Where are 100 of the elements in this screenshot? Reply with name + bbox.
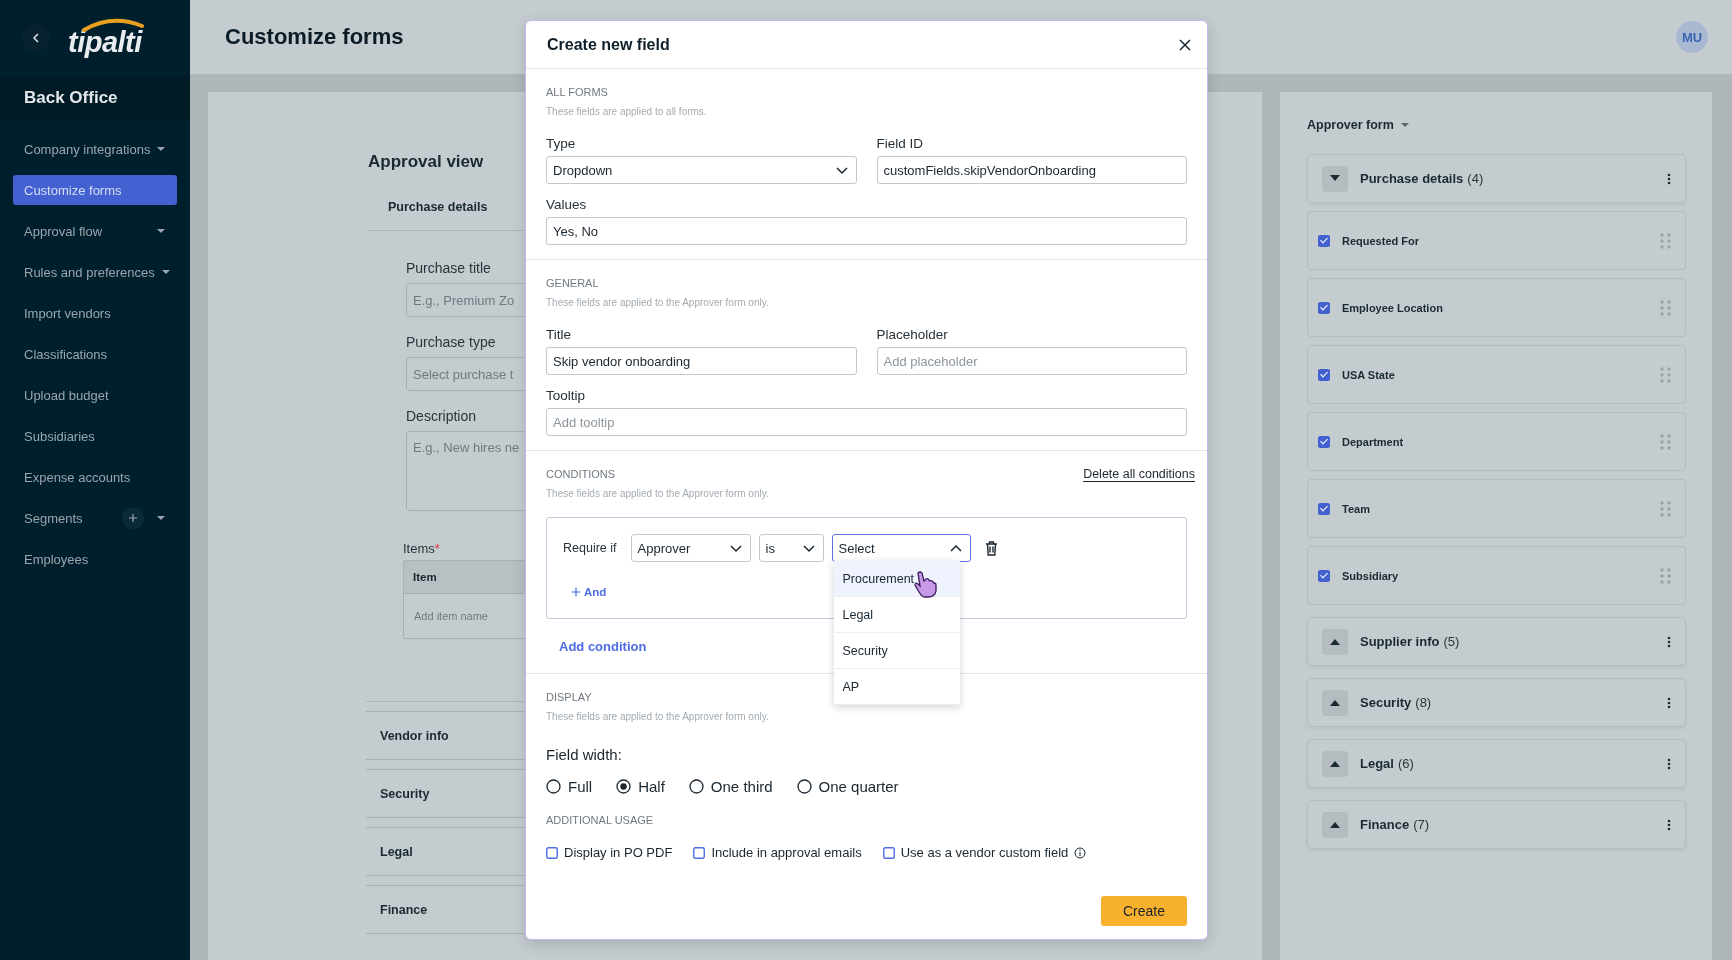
section-description: These fields are applied to the Approver form only. — [546, 710, 770, 723]
section-title: Approval view — [368, 152, 485, 172]
toggle-button[interactable] — [1322, 689, 1348, 716]
field-label: Requested For — [1342, 234, 1420, 247]
toggle-button[interactable] — [1322, 165, 1348, 192]
toggle-button[interactable] — [1322, 811, 1348, 838]
field-label: USA State — [1342, 368, 1396, 381]
checkbox[interactable] — [546, 846, 558, 859]
menu-item[interactable]: Procurement — [833, 561, 960, 597]
radio-label[interactable]: Full — [568, 778, 593, 795]
add-button[interactable] — [122, 507, 144, 529]
checkbox-label[interactable]: Display in PO PDF — [564, 845, 673, 860]
toggle-button[interactable] — [1322, 750, 1348, 777]
radio-label[interactable]: One quarter — [818, 778, 899, 795]
menu-item[interactable]: AP — [833, 669, 960, 705]
sidebar-item[interactable]: Segments — [13, 503, 177, 533]
field-label: Values — [546, 197, 588, 213]
dropdown[interactable]: Approver — [630, 534, 751, 562]
menu-item[interactable]: Security — [833, 633, 960, 669]
sidebar-item[interactable]: Subsidiaries — [13, 421, 177, 451]
radio-button[interactable] — [796, 779, 812, 794]
chevron-down-icon — [834, 164, 849, 176]
checkbox[interactable] — [1318, 234, 1330, 247]
section-heading: DISPLAY — [546, 690, 593, 704]
checkbox[interactable] — [1318, 435, 1330, 448]
sidebar-item[interactable]: Classifications — [13, 339, 177, 369]
text-area[interactable]: E.g., New hires ne — [406, 431, 525, 511]
checkbox[interactable] — [693, 846, 706, 859]
sidebar-item[interactable]: Expense accounts — [13, 462, 177, 492]
sidebar-item[interactable]: Upload budget — [13, 380, 177, 410]
checkbox-label[interactable]: Include in approval emails — [711, 845, 862, 860]
dropdown[interactable]: Dropdown — [546, 156, 857, 184]
checkbox[interactable] — [1318, 569, 1330, 582]
radio-label[interactable]: One third — [710, 778, 773, 795]
checkbox[interactable] — [1318, 368, 1330, 381]
tab[interactable]: Purchase details — [388, 200, 525, 214]
trash-icon — [984, 540, 998, 556]
section-description: These fields are applied to the Approver form only. — [546, 487, 769, 500]
drag-handle-icon — [1660, 366, 1671, 383]
input-field[interactable]: Add placeholder — [876, 347, 1187, 375]
input-field[interactable]: Select purchase t — [406, 357, 525, 391]
toggle-button[interactable] — [1322, 628, 1348, 655]
chevron-down-icon — [801, 542, 816, 554]
add-and-button[interactable]: And — [563, 586, 607, 598]
group-count: (7) — [1413, 817, 1430, 832]
input-field[interactable]: E.g., Premium Zo — [406, 283, 525, 317]
field-label: Employee Location — [1342, 301, 1444, 314]
dialog-title: Create new field — [547, 35, 670, 54]
sidebar-item[interactable]: Customize forms — [13, 175, 177, 205]
more-icon — [1667, 818, 1671, 831]
checkbox[interactable] — [882, 846, 895, 859]
triangle-up-icon — [1330, 760, 1340, 767]
plus-icon — [571, 587, 581, 597]
radio-button[interactable] — [546, 779, 561, 794]
field-label: Description — [406, 408, 478, 424]
section-title: Back Office — [0, 76, 190, 120]
drag-handle-icon — [1660, 500, 1671, 517]
add-condition-button[interactable]: Add condition — [559, 639, 647, 654]
section-heading: GENERAL — [546, 276, 600, 290]
column-header: Item — [404, 561, 525, 594]
section-description: These fields are applied to all forms. — [546, 105, 708, 118]
more-icon — [1667, 172, 1671, 185]
input-field[interactable]: Yes, No — [546, 217, 1187, 245]
field-label: Subsidiary — [1342, 569, 1400, 582]
triangle-up-icon — [1330, 699, 1340, 706]
radio-button[interactable] — [688, 779, 704, 794]
group-count: (4) — [1467, 171, 1485, 186]
chevron-down-icon — [728, 542, 743, 554]
field-label: Field ID — [876, 136, 924, 152]
field-label: Items — [403, 541, 435, 556]
sidebar-item[interactable]: Import vendors — [13, 298, 177, 328]
form-selector[interactable]: Approver form — [1307, 118, 1394, 132]
checkbox-label[interactable]: Use as a vendor custom field — [900, 845, 1069, 860]
back-button[interactable] — [22, 24, 50, 52]
radio-label[interactable]: Half — [638, 778, 665, 795]
delete-all-link[interactable]: Delete all conditions — [1083, 467, 1195, 481]
sidebar-item[interactable]: Company integrations — [13, 134, 177, 164]
radio-button[interactable] — [616, 779, 632, 794]
checkbox[interactable] — [1318, 301, 1330, 314]
sidebar-item[interactable]: Rules and preferences — [13, 257, 177, 287]
checkbox[interactable] — [1318, 502, 1330, 515]
field-label: Tooltip — [546, 388, 587, 404]
input-field[interactable]: Skip vendor onboarding — [546, 347, 857, 375]
dropdown[interactable]: is — [758, 534, 824, 562]
more-icon — [1667, 635, 1671, 648]
chevron-left-icon — [31, 32, 41, 44]
sidebar-item[interactable]: Employees — [13, 544, 177, 574]
create-button[interactable]: Create — [1101, 896, 1187, 926]
field-label: Placeholder — [876, 327, 949, 343]
group-title: Supplier info — [1360, 634, 1440, 649]
input-field[interactable]: customFields.skipVendorOnboarding — [876, 156, 1187, 184]
group-title: Security — [1360, 695, 1412, 710]
menu-item[interactable]: Legal — [833, 597, 960, 633]
section-heading: CONDITIONS — [546, 467, 617, 481]
group-title: Purchase details — [1360, 171, 1464, 186]
input-field[interactable]: Add tooltip — [546, 408, 1187, 436]
section-heading: ALL FORMS — [546, 85, 609, 99]
group-count: (6) — [1397, 756, 1415, 771]
sidebar-item[interactable]: Approval flow — [13, 216, 177, 246]
more-icon — [1667, 757, 1671, 770]
